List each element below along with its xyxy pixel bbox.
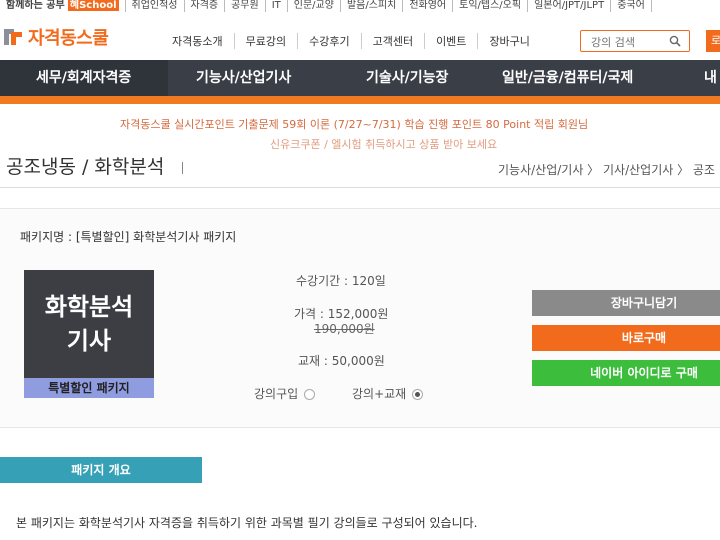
top-link[interactable]: 전화영어 <box>403 0 454 12</box>
top-link[interactable]: 인문/교양 <box>288 0 341 12</box>
option-lecture-book[interactable]: 강의+교재 <box>352 385 424 402</box>
top-utility-bar: 함께하는 공부 혜School 취업인적성 자격증 공무원 IT 인문/교양 발음/스피치 전… <box>0 0 720 14</box>
site-logo[interactable]: 자격동스쿨 <box>2 22 109 52</box>
notice-ticker: 자격동스쿨 실시간포인트 기출문제 59회 이론 (7/27~7/31) 학습 … <box>0 112 720 152</box>
top-link[interactable]: 중국어 <box>611 0 652 12</box>
book-price: 교재 : 50,000원 <box>298 354 385 368</box>
top-link[interactable]: 일본어/JPT/JLPT <box>528 0 612 12</box>
package-name: 패키지명 : [특별할인] 화학분석기사 패키지 <box>20 230 237 244</box>
nav-accent-bar <box>0 96 720 104</box>
search-icon[interactable] <box>669 35 681 47</box>
top-link[interactable]: IT <box>266 0 288 12</box>
gnb-item-about[interactable]: 자격동소개 <box>172 33 234 49</box>
top-link[interactable]: 취업인적성 <box>126 0 185 12</box>
thumbnail-title: 화학분석 기사 <box>44 293 134 355</box>
original-price: 190,000원 <box>314 322 375 336</box>
option-lecture-only[interactable]: 강의구입 <box>254 385 316 402</box>
ticker-line-2[interactable]: 신유크쿠폰 / 엘시험 취득하시고 상품 받아 보세요 <box>270 136 497 152</box>
gnb-item-event[interactable]: 이벤트 <box>424 33 477 49</box>
main-nav: 세무/회계자격증 기능사/산업기사 기술사/기능장 일반/금융/컴퓨터/국제 내 <box>0 60 720 96</box>
package-description: 본 패키지는 화학분석기사 자격증을 취득하기 위한 과목별 필기 강의들로 구… <box>16 516 478 530</box>
logo-text: 자격동스쿨 <box>28 28 109 49</box>
main-nav-item-general[interactable]: 일반/금융/컴퓨터/국제 <box>502 60 633 96</box>
main-nav-item-engineer[interactable]: 기술사/기능장 <box>366 60 448 96</box>
login-button[interactable]: 로 <box>706 30 720 52</box>
thumbnail-badge: 특별할인 패키지 <box>24 378 154 398</box>
naver-buy-button[interactable]: 네이버 아이디로 구매 <box>532 360 720 386</box>
study-period: 수강기간 : 120일 <box>296 274 386 288</box>
divider <box>0 187 720 188</box>
top-link[interactable]: 발음/스피치 <box>341 0 404 12</box>
ticker-line-1[interactable]: 자격동스쿨 실시간포인트 기출문제 59회 이론 (7/27~7/31) 학습 … <box>120 116 588 132</box>
package-thumbnail: 화학분석 기사 특별할인 패키지 <box>24 270 154 398</box>
search-input[interactable] <box>589 32 671 53</box>
gnb-item-cart[interactable]: 장바구니 <box>477 33 540 49</box>
top-highlight[interactable]: 혜School <box>67 0 119 11</box>
option-bundle-radio[interactable] <box>412 389 424 400</box>
main-nav-item-craftsman[interactable]: 기능사/산업기사 <box>196 60 291 96</box>
add-to-cart-button[interactable]: 장바구니담기 <box>532 290 720 316</box>
option-bundle-label: 강의+교재 <box>352 387 407 401</box>
site-header: 자격동스쿨 자격동소개무료강의수강후기고객센터이벤트장바구니 로 <box>0 14 720 60</box>
option-lecture-label: 강의구입 <box>254 387 299 401</box>
logo-icon <box>2 26 24 48</box>
top-link[interactable]: 공무원 <box>225 0 266 12</box>
search-box <box>580 30 690 53</box>
gnb-item-support[interactable]: 고객센터 <box>360 33 424 49</box>
page-title: 공조냉동 / 화학분석 <box>6 152 184 179</box>
buy-now-button[interactable]: 바로구매 <box>532 325 720 351</box>
breadcrumb[interactable]: 기능사/산업/기사 〉 기사/산업기사 〉 공조 <box>498 161 715 178</box>
gnb-item-free[interactable]: 무료강의 <box>233 33 297 49</box>
global-nav: 자격동소개 무료강의 수강후기 고객센터 이벤트 장바구니 <box>172 33 541 49</box>
tab-package-overview[interactable]: 패키지 개요 <box>0 457 202 483</box>
top-link[interactable]: 자격증 <box>185 0 226 12</box>
gnb-item-reviews[interactable]: 수강후기 <box>297 33 360 49</box>
main-nav-item-tax[interactable]: 세무/회계자격증 <box>0 60 168 96</box>
top-link[interactable]: 토익/텝스/오픽 <box>453 0 529 12</box>
top-link-study[interactable]: 함께하는 공부 혜School <box>0 0 126 12</box>
main-nav-item-more[interactable]: 내 <box>704 60 717 96</box>
option-lecture-radio[interactable] <box>304 389 316 400</box>
